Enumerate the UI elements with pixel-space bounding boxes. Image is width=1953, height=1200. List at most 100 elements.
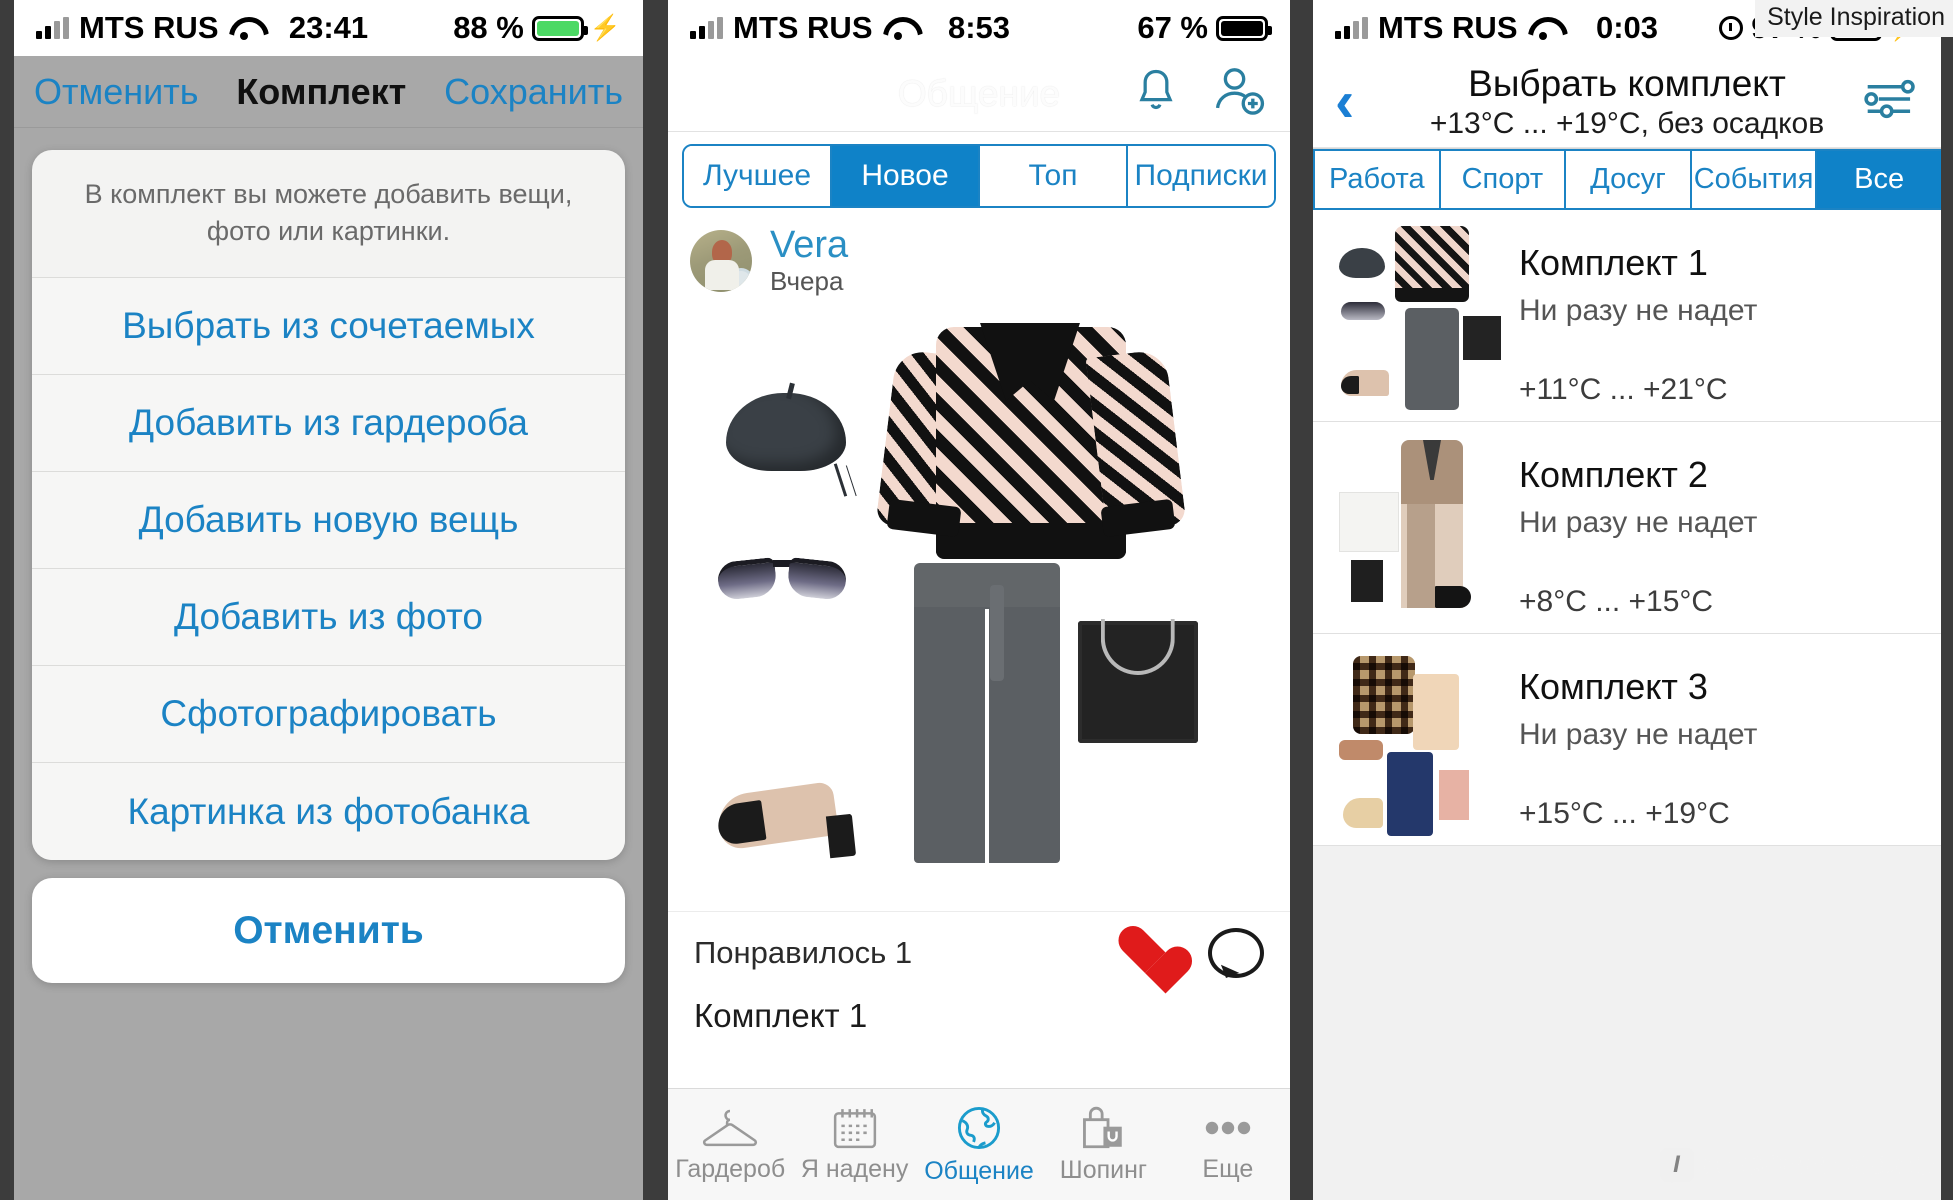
segment-new[interactable]: Новое — [832, 146, 980, 206]
battery-green-icon — [531, 15, 588, 41]
mule-heel-thumb-icon — [1343, 798, 1383, 828]
page-title: Общение — [897, 72, 1061, 114]
comment-bubble-icon[interactable] — [1208, 928, 1264, 979]
black-beret-item — [726, 392, 846, 471]
segment-subscriptions[interactable]: Подписки — [1128, 146, 1274, 206]
segment-best[interactable]: Лучшее — [684, 146, 832, 206]
tab-wardrobe[interactable]: Гардероб — [668, 1105, 792, 1184]
wifi-icon — [1528, 17, 1558, 40]
list-empty-area — [1313, 846, 1941, 1200]
avatar[interactable] — [690, 230, 752, 293]
sunglasses-thumb-icon — [1339, 740, 1383, 760]
carrier-label: MTS RUS — [1378, 10, 1518, 45]
next-post-title: Комплект 1 — [694, 996, 868, 1034]
jeans-thumb-icon — [1387, 752, 1433, 836]
chevron-left-icon[interactable]: ‹ — [1335, 72, 1354, 131]
outfit-title: Комплект 3 — [1519, 666, 1708, 707]
avatar-badge — [728, 268, 752, 293]
battery-black-icon — [1216, 15, 1272, 41]
bottom-tab-bar[interactable]: Гардероб Я надену Общение Шопинг Еще — [668, 1088, 1290, 1200]
nav-bar-left: Отменить Комплект Сохранить — [14, 56, 643, 128]
outfit-row[interactable]: Комплект 1 Ни разу не надет +11°C ... +2… — [1313, 210, 1941, 422]
action-item-choose-matching[interactable]: Выбрать из сочетаемых — [32, 278, 625, 376]
heart-filled-icon[interactable] — [1118, 927, 1174, 979]
outfit-row[interactable]: Комплект 2 Ни разу не надет +8°C ... +15… — [1313, 422, 1941, 634]
add-user-icon[interactable] — [1210, 63, 1268, 124]
status-left-group: MTS RUS — [690, 10, 913, 46]
battery-percent-label: 88 % — [453, 10, 524, 45]
bell-icon[interactable] — [1130, 64, 1182, 123]
nav-bar-right: ‹ Выбрать комплект +13°C ... +19°C, без … — [1313, 56, 1941, 148]
weather-subtitle: +13°C ... +19°C, без осадков — [1429, 106, 1825, 140]
argyle-sweater-item — [875, 322, 1187, 565]
outfit-row[interactable]: Комплект 3 Ни разу не надет +15°C ... +1… — [1313, 634, 1941, 846]
post-outfit-collage[interactable] — [668, 300, 1290, 911]
segment-sport[interactable]: Спорт — [1440, 149, 1567, 210]
outfit-subtitle: Ни разу не надет — [1519, 294, 1758, 327]
category-segmented-control[interactable]: Работа Спорт Досуг События Все — [1313, 148, 1941, 210]
cat-eye-sunglasses-item — [716, 556, 848, 601]
beige-top-thumb-icon — [1413, 674, 1459, 750]
beige-black-pumps-item — [714, 771, 858, 859]
white-shirt-thumb-icon — [1339, 492, 1399, 552]
grey-wide-leg-trousers-item — [914, 562, 1060, 863]
tote-thumb-icon — [1351, 560, 1383, 602]
segment-leisure[interactable]: Досуг — [1566, 149, 1692, 210]
action-item-photobank-image[interactable]: Картинка из фотобанка — [32, 763, 625, 861]
nav-bar-middle: Общение — [668, 56, 1290, 132]
pump-toe-thumb-icon — [1341, 376, 1359, 394]
outfit-thumbnail-1 — [1339, 224, 1501, 414]
tab-communication[interactable]: Общение — [917, 1103, 1041, 1186]
post-author-name[interactable]: Vera — [770, 225, 848, 266]
pink-tote-thumb-icon — [1439, 770, 1469, 820]
signal-bars-icon — [690, 17, 723, 39]
action-item-add-from-photo[interactable]: Добавить из фото — [32, 569, 625, 667]
watermark-text: RECOMMEND.RU — [1702, 1149, 1935, 1180]
watermark-badge-icon: I — [1659, 1148, 1694, 1183]
outfit-info: Комплект 3 Ни разу не надет +15°C ... +1… — [1489, 648, 1931, 845]
outfit-info: Комплект 2 Ни разу не надет +8°C ... +15… — [1489, 436, 1931, 633]
alarm-clock-icon — [1719, 16, 1744, 40]
segment-top[interactable]: Топ — [980, 146, 1128, 206]
black-chain-tote-bag-item — [1078, 618, 1198, 743]
action-sheet-message: В комплект вы можете добавить вещи, фото… — [32, 150, 625, 279]
phone-screen-middle: MTS RUS 8:53 67 % Общение Лучшее Новое Т… — [668, 0, 1290, 1200]
likes-count-label: Понравилось 1 — [694, 935, 913, 971]
tab-label-more: Еще — [1202, 1155, 1254, 1183]
save-button[interactable]: Сохранить — [444, 71, 623, 113]
segment-all[interactable]: Все — [1817, 149, 1941, 210]
tab-label-i-will-wear: Я надену — [800, 1155, 909, 1183]
segment-work[interactable]: Работа — [1313, 149, 1441, 210]
action-item-take-photo[interactable]: Сфотографировать — [32, 666, 625, 764]
segment-events[interactable]: События — [1691, 149, 1818, 210]
post-author-block: Vera Вчера — [770, 225, 848, 297]
action-item-add-new-thing[interactable]: Добавить новую вещь — [32, 472, 625, 570]
lightning-bolt-icon: ⚡ — [589, 13, 621, 42]
feed-segmented-control[interactable]: Лучшее Новое Топ Подписки — [682, 144, 1276, 208]
action-sheet-cancel-button[interactable]: Отменить — [32, 878, 625, 984]
tab-shopping[interactable]: Шопинг — [1041, 1104, 1165, 1185]
status-bar-left: MTS RUS 23:41 88 % ⚡ — [14, 0, 643, 56]
trousers-thumb-icon — [1405, 308, 1459, 410]
outfit-title: Комплект 1 — [1519, 242, 1708, 283]
outfit-temperature: +8°C ... +15°C — [1519, 585, 1714, 618]
more-dots-icon — [1205, 1121, 1251, 1135]
action-item-add-from-wardrobe[interactable]: Добавить из гардероба — [32, 375, 625, 473]
sunglasses-thumb-icon — [1341, 302, 1385, 320]
action-sheet-overlay[interactable]: В комплект вы можете добавить вещи, фото… — [14, 128, 643, 1200]
tab-more[interactable]: Еще — [1166, 1105, 1290, 1184]
tab-label-communication: Общение — [924, 1157, 1034, 1185]
post-action-buttons — [1118, 927, 1264, 979]
page-title: Комплект — [236, 70, 407, 112]
tab-label-shopping: Шопинг — [1059, 1156, 1148, 1184]
plaid-shacket-thumb-icon — [1353, 656, 1415, 734]
irecommend-watermark: I RECOMMEND.RU — [1659, 1148, 1936, 1183]
status-left-group: MTS RUS — [36, 10, 259, 46]
beret-thumb-icon — [1339, 248, 1385, 278]
tab-i-will-wear[interactable]: Я надену — [792, 1105, 916, 1184]
outfit-subtitle: Ни разу не надет — [1519, 506, 1758, 539]
sliders-filter-icon[interactable] — [1861, 72, 1919, 131]
style-inspiration-tag: Style Inspiration — [1755, 0, 1953, 37]
post-author-row[interactable]: Vera Вчера — [668, 218, 1290, 301]
cancel-button[interactable]: Отменить — [34, 71, 199, 113]
